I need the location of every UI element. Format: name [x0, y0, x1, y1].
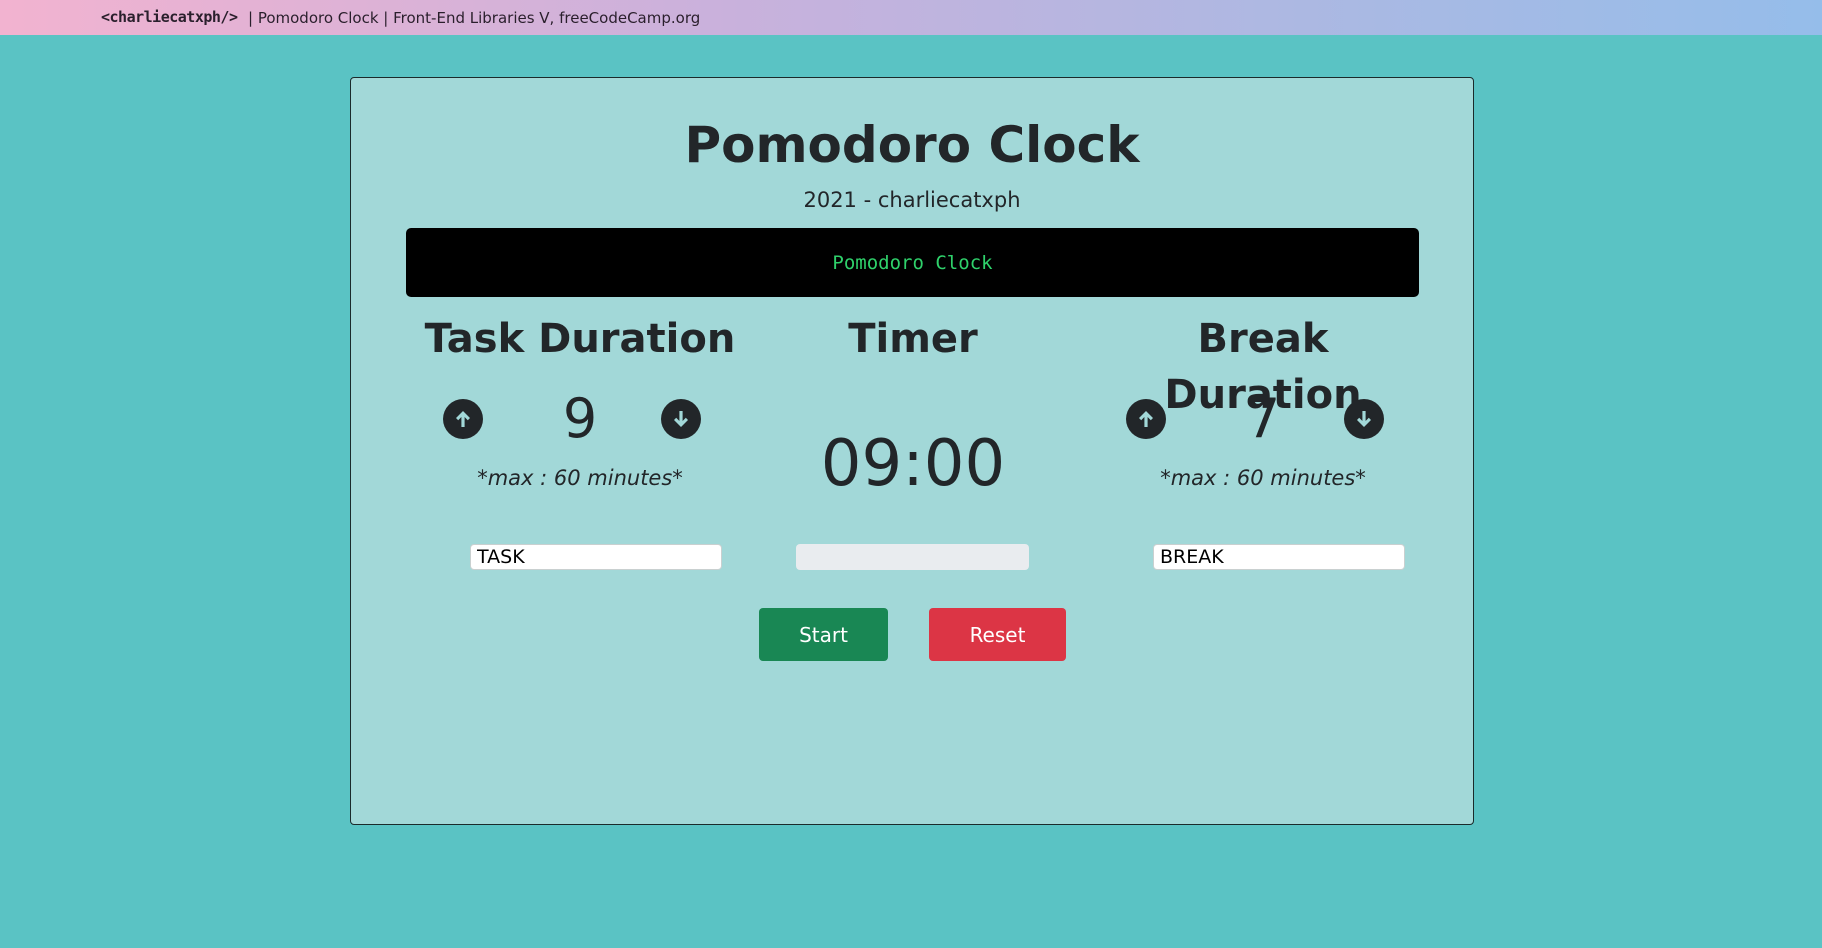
break-duration-panel: Break Duration 7 *max : 60 minutes*	[1093, 311, 1433, 570]
task-label-input[interactable]	[470, 544, 722, 570]
timer-panel: Timer 09:00	[743, 311, 1083, 570]
task-duration-panel: Task Duration 9 *max : 60 minutes*	[410, 311, 750, 570]
arrow-down-circle-icon[interactable]	[661, 399, 701, 439]
timer-heading: Timer	[848, 316, 978, 362]
top-bar: <charliecatxph/> | Pomodoro Clock | Fron…	[0, 0, 1822, 35]
break-label-input[interactable]	[1153, 544, 1405, 570]
arrow-down-icon	[1357, 411, 1371, 427]
start-button[interactable]: Start	[759, 608, 888, 661]
arrow-down-circle-icon[interactable]	[1344, 399, 1384, 439]
page-meta: | Pomodoro Clock | Front-End Libraries V…	[248, 9, 701, 27]
task-duration-stepper: 9	[410, 388, 750, 450]
page-title: Pomodoro Clock	[684, 116, 1140, 174]
reset-button[interactable]: Reset	[929, 608, 1066, 661]
arrow-down-icon	[674, 411, 688, 427]
break-duration-hint: *max : 60 minutes*	[1160, 466, 1366, 490]
timer-time: 09:00	[820, 427, 1006, 501]
task-duration-hint: *max : 60 minutes*	[477, 466, 683, 490]
timer-progress-bar	[796, 544, 1029, 570]
status-display-text: Pomodoro Clock	[832, 251, 993, 274]
task-duration-heading: Task Duration	[424, 316, 736, 362]
break-duration-stepper: 7	[1093, 388, 1433, 450]
pomodoro-card: Pomodoro Clock 2021 - charliecatxph Pomo…	[350, 77, 1474, 825]
page-subtitle: 2021 - charliecatxph	[803, 188, 1021, 212]
status-display: Pomodoro Clock	[406, 228, 1419, 297]
brand-logo[interactable]: <charliecatxph/>	[101, 8, 238, 26]
